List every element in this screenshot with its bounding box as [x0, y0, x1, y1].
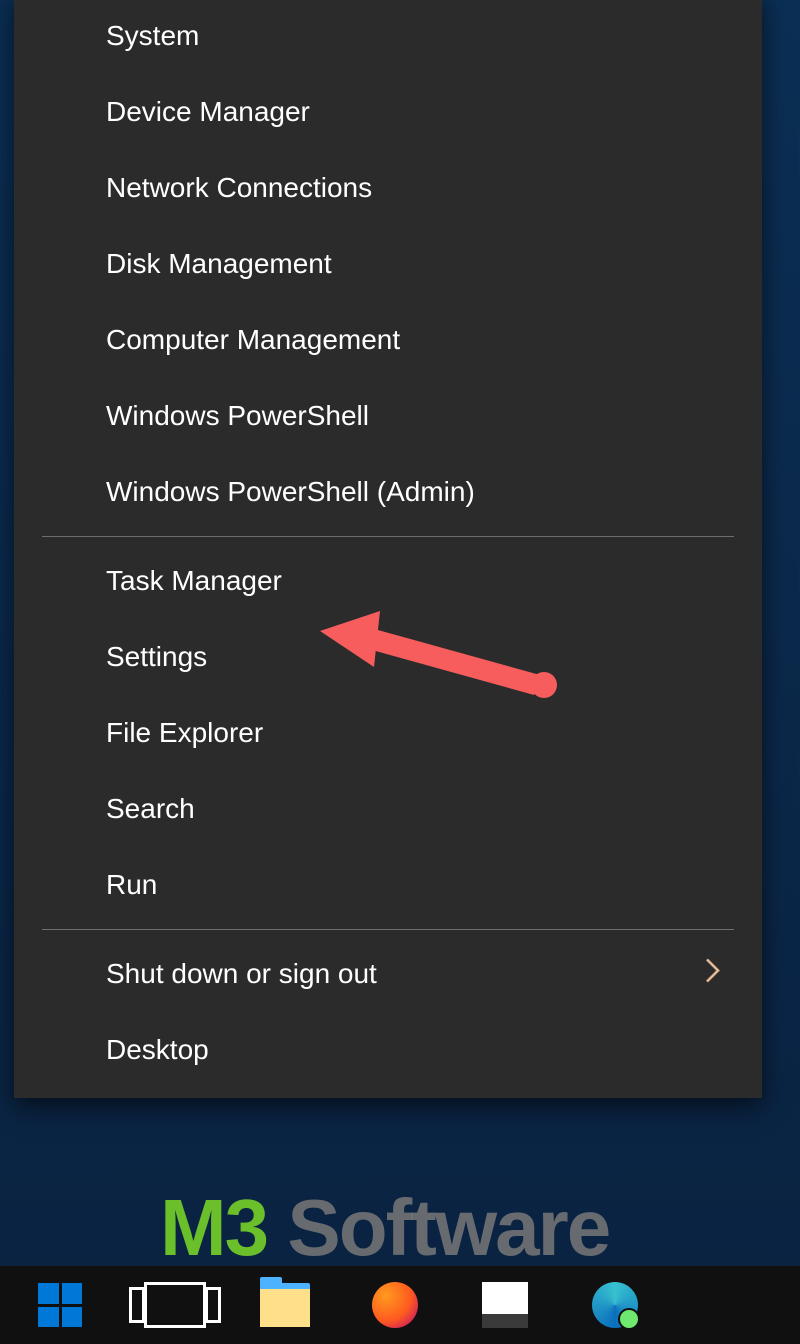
- windows-logo-icon: [38, 1283, 82, 1327]
- winx-context-menu: System Device Manager Network Connection…: [14, 0, 762, 1098]
- taskbar-edge[interactable]: [560, 1266, 670, 1344]
- menu-item-label: Shut down or sign out: [106, 958, 377, 989]
- menu-item-device-manager[interactable]: Device Manager: [14, 74, 762, 150]
- chevron-right-icon: [704, 957, 722, 992]
- menu-item-system[interactable]: System: [14, 0, 762, 74]
- task-view-icon: [144, 1282, 206, 1328]
- status-dot-icon: [618, 1308, 640, 1330]
- menu-item-file-explorer[interactable]: File Explorer: [14, 695, 762, 771]
- menu-item-powershell-admin[interactable]: Windows PowerShell (Admin): [14, 454, 762, 530]
- menu-item-powershell[interactable]: Windows PowerShell: [14, 378, 762, 454]
- menu-item-disk-management[interactable]: Disk Management: [14, 226, 762, 302]
- menu-item-desktop[interactable]: Desktop: [14, 1012, 762, 1088]
- taskbar-firefox[interactable]: [340, 1266, 450, 1344]
- taskbar-file-explorer[interactable]: [230, 1266, 340, 1344]
- desktop-background: System Device Manager Network Connection…: [0, 0, 800, 1344]
- task-view-button[interactable]: [120, 1266, 230, 1344]
- firefox-icon: [372, 1282, 418, 1328]
- menu-separator: [42, 929, 734, 930]
- menu-separator: [42, 536, 734, 537]
- app-icon: [482, 1282, 528, 1328]
- taskbar: [0, 1266, 800, 1344]
- watermark-logo: M3 Software: [160, 1182, 609, 1274]
- menu-item-computer-management[interactable]: Computer Management: [14, 302, 762, 378]
- edge-icon: [592, 1282, 638, 1328]
- menu-item-task-manager[interactable]: Task Manager: [14, 543, 762, 619]
- menu-item-search[interactable]: Search: [14, 771, 762, 847]
- menu-item-settings[interactable]: Settings: [14, 619, 762, 695]
- watermark-brand: M3: [160, 1183, 267, 1272]
- start-button[interactable]: [0, 1266, 120, 1344]
- watermark-text: Software: [267, 1183, 609, 1272]
- menu-item-run[interactable]: Run: [14, 847, 762, 923]
- taskbar-app[interactable]: [450, 1266, 560, 1344]
- menu-item-network-connections[interactable]: Network Connections: [14, 150, 762, 226]
- menu-item-shutdown-signout[interactable]: Shut down or sign out: [14, 936, 762, 1012]
- folder-icon: [260, 1283, 310, 1327]
